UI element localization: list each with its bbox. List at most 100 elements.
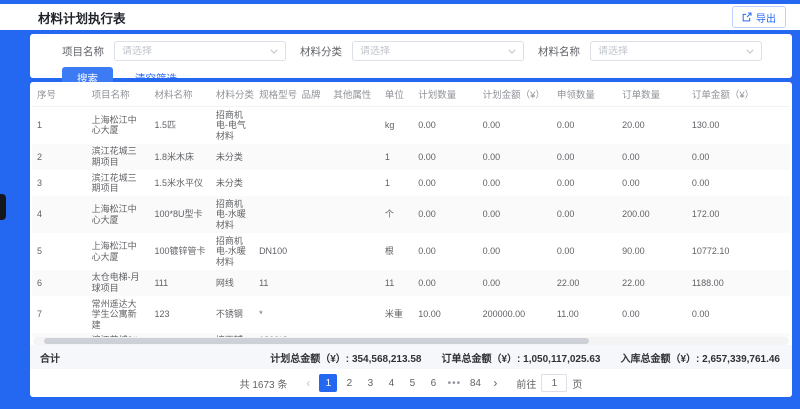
table-row: 6太仓电梯-月球项目111网线11110.000.0022.0022.00118… [32, 270, 790, 296]
table-cell: 根 [380, 233, 413, 270]
table-cell: 100*8U型卡 [149, 196, 210, 233]
table-cell [297, 233, 329, 270]
export-button[interactable]: 导出 [732, 6, 786, 28]
column-header: 计划数量 [413, 82, 477, 107]
table-cell: 200.00 [617, 196, 687, 233]
chevron-down-icon [746, 49, 754, 54]
column-header: 计划金额（¥） [478, 82, 552, 107]
table-cell: 0.00 [552, 196, 617, 233]
page-button-2[interactable]: 2 [340, 374, 358, 392]
table-cell: 172.00 [687, 196, 790, 233]
table-cell [297, 107, 329, 144]
table-cell: 0.00 [552, 170, 617, 196]
table-row: 1上海松江中心大厦1.5匹招商机电-电气材料kg0.000.000.0020.0… [32, 107, 790, 144]
page-button-6[interactable]: 6 [424, 374, 442, 392]
table-cell: 11 [380, 270, 413, 296]
table-cell: * [254, 296, 296, 333]
page-buttons: 123456•••84 [319, 374, 484, 392]
page-button-1[interactable]: 1 [319, 374, 337, 392]
material-category-input[interactable] [360, 46, 508, 57]
table-cell: 0.00 [687, 144, 790, 170]
table-cell: 0.00 [687, 296, 790, 333]
order-total: 订单总金额（¥）: 1,050,117,025.63 [441, 350, 600, 365]
table-cell [328, 270, 380, 296]
table-cell [254, 144, 296, 170]
material-name-select[interactable] [590, 41, 762, 61]
column-header: 品牌 [297, 82, 329, 107]
table-scroll-area: 序号项目名称材料名称材料分类规格型号品牌其他属性单位计划数量计划金额（¥）申领数… [30, 82, 792, 337]
table-cell [297, 296, 329, 333]
summary-label: 合计 [40, 350, 60, 365]
planned-total-value: 354,568,213.58 [352, 354, 422, 365]
table-cell [297, 196, 329, 233]
table-cell: 0.00 [478, 233, 552, 270]
table-cell: 3 [32, 170, 87, 196]
pagination: 共 1673 条 ‹ 123456•••84 › 前往 页 [30, 369, 792, 397]
table-cell: 不锈钢 [211, 296, 254, 333]
material-name-input[interactable] [598, 46, 746, 57]
table-cell: 滨江花城三期项目 [87, 170, 150, 196]
table-cell: 20.00 [617, 107, 687, 144]
horizontal-scrollbar[interactable] [33, 337, 789, 345]
table-cell: 10772.10 [687, 233, 790, 270]
table-cell: 网线 [211, 270, 254, 296]
summary-totals: 计划总金额（¥）: 354,568,213.58 订单总金额（¥）: 1,050… [270, 350, 780, 365]
table-row: 4上海松江中心大厦100*8U型卡招商机电-水暖材料个0.000.000.002… [32, 196, 790, 233]
table-cell [297, 144, 329, 170]
table-cell: 招商机电-水暖材料 [211, 196, 254, 233]
table-cell: 0.00 [552, 107, 617, 144]
column-header: 材料分类 [211, 82, 254, 107]
page-ellipsis[interactable]: ••• [445, 374, 463, 392]
column-header: 单位 [380, 82, 413, 107]
table-cell: 太仓电梯-月球项目 [87, 270, 150, 296]
sidebar-collapse-handle[interactable] [0, 194, 6, 220]
table-cell: 200000.00 [478, 296, 552, 333]
next-page-icon[interactable]: › [487, 374, 503, 392]
page-button-4[interactable]: 4 [382, 374, 400, 392]
table-cell: 未分类 [211, 170, 254, 196]
table-cell: 2 [32, 144, 87, 170]
table-cell: 6 [32, 270, 87, 296]
planned-total-label: 计划总金额（¥）: [270, 354, 349, 365]
scrollbar-thumb[interactable] [44, 338, 588, 344]
column-header: 订单数量 [617, 82, 687, 107]
table-cell [297, 270, 329, 296]
table-cell: 0.00 [413, 144, 477, 170]
table-row: 5上海松江中心大厦100镀锌管卡招商机电-水暖材料DN100根0.000.000… [32, 233, 790, 270]
table-cell: 22.00 [617, 270, 687, 296]
inbound-total-label: 入库总金额（¥）: [620, 354, 699, 365]
chevron-down-icon [508, 49, 516, 54]
table-header-row: 序号项目名称材料名称材料分类规格型号品牌其他属性单位计划数量计划金额（¥）申领数… [32, 82, 790, 107]
column-header: 规格型号 [254, 82, 296, 107]
table-cell [297, 170, 329, 196]
column-header: 项目名称 [87, 82, 150, 107]
table-cell: 招商机电-电气材料 [211, 107, 254, 144]
table-cell: 0.00 [478, 144, 552, 170]
order-total-value: 1,050,117,025.63 [523, 354, 600, 365]
page-button-84[interactable]: 84 [466, 374, 484, 392]
goto-suffix: 页 [572, 376, 582, 391]
export-button-label: 导出 [756, 10, 776, 25]
project-name-select[interactable] [114, 41, 286, 61]
table-cell: 1 [32, 107, 87, 144]
table-cell: 未分类 [211, 144, 254, 170]
project-name-input[interactable] [122, 46, 270, 57]
material-category-label: 材料分类 [300, 44, 342, 59]
table-cell: 0.00 [478, 196, 552, 233]
table-cell: 0.00 [552, 144, 617, 170]
goto-page-input[interactable] [541, 374, 567, 392]
table-cell: 123 [149, 296, 210, 333]
export-icon [742, 12, 752, 22]
table-cell: 0.00 [617, 144, 687, 170]
material-category-select[interactable] [352, 41, 524, 61]
table-cell: 1.5匹 [149, 107, 210, 144]
filter-field-material: 材料名称 [538, 41, 762, 61]
page-button-5[interactable]: 5 [403, 374, 421, 392]
table-cell: 0.00 [617, 170, 687, 196]
table-cell: 1.8米木床 [149, 144, 210, 170]
table-cell: 0.00 [687, 170, 790, 196]
material-name-label: 材料名称 [538, 44, 580, 59]
page-button-3[interactable]: 3 [361, 374, 379, 392]
planned-total: 计划总金额（¥）: 354,568,213.58 [270, 350, 421, 365]
prev-page-icon[interactable]: ‹ [300, 374, 316, 392]
